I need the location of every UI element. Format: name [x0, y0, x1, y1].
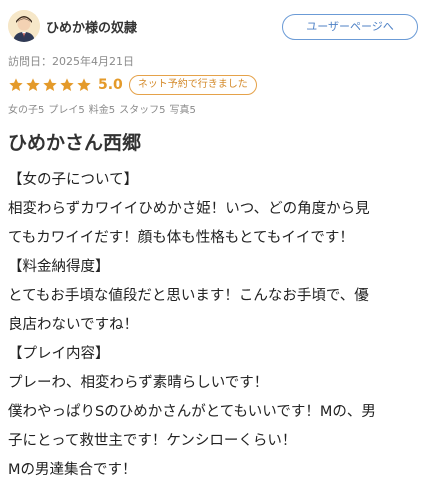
- review-header: ひめか様の奴隷 ユーザーページへ: [8, 10, 418, 44]
- reservation-badge: ネット予約で行きました: [128, 75, 257, 95]
- review-line: 相変わらずカワイイひめかさ姫！いつ、どの角度から見: [8, 201, 370, 217]
- star-icon: [43, 78, 57, 91]
- sub-rating-play: プレイ5: [48, 105, 85, 116]
- review-line: 良店わないですね！: [8, 317, 139, 333]
- review-line: 僕わやっぱりSのひめかさんがとてもいいです！Mの、男: [8, 404, 376, 420]
- username[interactable]: ひめか様の奴隷: [46, 17, 137, 36]
- sub-rating-girl: 女の子5: [8, 105, 45, 116]
- sub-rating-photo: 写真5: [169, 105, 196, 116]
- review-line: Mの男達集合です！: [8, 462, 137, 478]
- sub-ratings: 女の子5 プレイ5 料金5 スタッフ5 写真5: [8, 101, 196, 116]
- review-title: ひめかさん西郷: [8, 132, 142, 154]
- user-avatar[interactable]: [8, 10, 40, 42]
- review-body: 【女の子について】 相変わらずカワイイひめかさ姫！いつ、どの角度から見 てもカワ…: [8, 166, 418, 480]
- user-page-button[interactable]: ユーザーページへ: [282, 14, 418, 40]
- review-line: 【料金納得度】: [8, 259, 110, 275]
- visit-date: 訪問日：2025年4月21日: [8, 55, 134, 68]
- sub-rating-price: 料金5: [88, 105, 116, 116]
- review-line: てもカワイイだす！顔も体も性格もとてもイイです！: [8, 230, 354, 246]
- rating-score: 5.0: [98, 77, 123, 93]
- review-line: 【プレイ内容】: [8, 346, 110, 362]
- star-icon: [26, 78, 40, 91]
- star-icon: [77, 78, 91, 91]
- sub-rating-staff: スタッフ5: [119, 105, 166, 116]
- review-line: プレーわ、相変わらず素晴らしいです！: [8, 375, 269, 391]
- review-line: 【女の子について】: [8, 172, 139, 188]
- rating-row: 5.0 ネット予約で行きました: [8, 74, 257, 96]
- star-icon: [60, 78, 74, 91]
- review-line: 子にとって救世主です！ケンシローくらい！: [8, 433, 297, 449]
- star-rating: [8, 77, 92, 93]
- avatar-person-icon: [8, 10, 40, 42]
- star-icon: [9, 78, 23, 91]
- review-line: とてもお手頃な値段だと思います！こんなお手頃で、優: [8, 288, 369, 304]
